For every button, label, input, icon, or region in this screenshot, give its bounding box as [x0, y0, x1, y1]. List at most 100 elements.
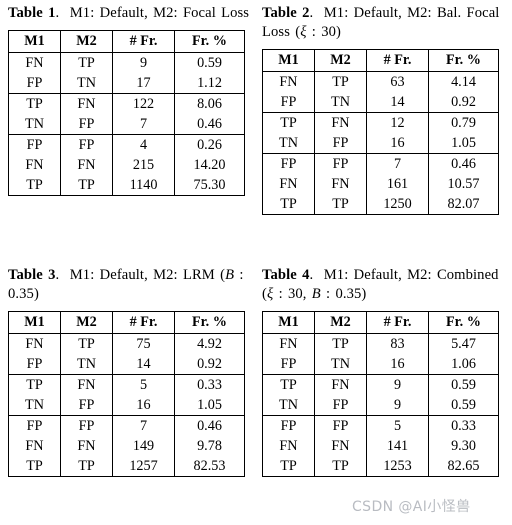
- table-4-group-2: TP FN 9 0.59 TN FP 9 0.59: [262, 374, 499, 416]
- cell-m2: TN: [60, 354, 113, 375]
- cell-m2: TP: [60, 52, 113, 73]
- csdn-watermark: CSDN @AI小怪兽: [352, 499, 471, 515]
- cell-m2: TP: [314, 194, 367, 215]
- table-2-col-nfr: # Fr.: [366, 49, 429, 72]
- table-3-caption-period: .: [55, 267, 60, 283]
- table-4: M1 M2 # Fr. Fr. % FN TP 83 5.47 FP TN 16: [262, 311, 499, 477]
- cell-pfr: 0.33: [428, 415, 499, 436]
- table-4-col-pfr: Fr. %: [428, 311, 499, 334]
- cell-pfr: 14.20: [174, 155, 245, 175]
- cell-m1: FP: [8, 354, 61, 375]
- cell-nfr: 141: [366, 436, 429, 456]
- cell-nfr: 75: [112, 333, 175, 354]
- table-row: FN FN 161 10.57: [262, 174, 499, 194]
- table-3: M1 M2 # Fr. Fr. % FN TP 75 4.92 FP TN 14: [8, 311, 245, 477]
- cell-m2: FP: [60, 395, 113, 416]
- table-row: TP FN 12 0.79: [262, 112, 499, 133]
- cell-m2: FP: [60, 114, 113, 135]
- cell-nfr: 4: [112, 134, 175, 155]
- table-row: TN FP 9 0.59: [262, 395, 499, 416]
- cell-pfr: 0.46: [174, 114, 245, 135]
- cell-m1: FN: [8, 155, 61, 175]
- table-row: FN TP 63 4.14: [262, 71, 499, 92]
- cell-m2: FN: [314, 436, 367, 456]
- table-row: TP TP 1140 75.30: [8, 175, 245, 196]
- cell-m2: FP: [314, 395, 367, 416]
- cell-nfr: 12: [366, 112, 429, 133]
- table-3-caption-text: M1: Default, M2: LRM (: [69, 267, 226, 283]
- cell-pfr: 82.53: [174, 456, 245, 477]
- cell-pfr: 0.59: [428, 395, 499, 416]
- cell-nfr: 9: [112, 52, 175, 73]
- cell-m2: TP: [314, 456, 367, 477]
- cell-nfr: 5: [366, 415, 429, 436]
- cell-m2: FP: [314, 153, 367, 174]
- cell-nfr: 1140: [112, 175, 175, 196]
- cell-m2: TP: [314, 71, 367, 92]
- table-row: FP FP 4 0.26: [8, 134, 245, 155]
- cell-m1: TN: [262, 395, 315, 416]
- cell-m1: TN: [262, 133, 315, 154]
- cell-m1: FP: [262, 354, 315, 375]
- table-3-label: Table 3: [8, 267, 56, 283]
- table-1-col-m2: M2: [60, 30, 113, 53]
- table-row: TP TP 1257 82.53: [8, 456, 245, 477]
- cell-m2: FP: [60, 415, 113, 436]
- cell-nfr: 1253: [366, 456, 429, 477]
- cell-nfr: 17: [112, 73, 175, 94]
- cell-nfr: 16: [112, 395, 175, 416]
- cell-m1: FN: [8, 52, 61, 73]
- table-4-param-symbol-2: B: [311, 286, 321, 302]
- cell-nfr: 161: [366, 174, 429, 194]
- cell-nfr: 16: [366, 354, 429, 375]
- table-row: FP FP 7 0.46: [262, 153, 499, 174]
- table-4-label: Table 4: [262, 267, 310, 283]
- table-row: FN FN 141 9.30: [262, 436, 499, 456]
- table-3-group-2: TP FN 5 0.33 TN FP 16 1.05: [8, 374, 245, 416]
- cell-pfr: 0.79: [428, 112, 499, 133]
- table-row: FP FP 5 0.33: [262, 415, 499, 436]
- cell-m2: TP: [60, 456, 113, 477]
- cell-pfr: 1.06: [428, 354, 499, 375]
- table-3-col-pfr: Fr. %: [174, 311, 245, 334]
- cell-m1: TP: [8, 93, 61, 114]
- table-3-group-1: FN TP 75 4.92 FP TN 14 0.92: [8, 333, 245, 375]
- cell-pfr: 82.65: [428, 456, 499, 477]
- table-block-1: Table 1. M1: Default, M2: Focal Loss M1 …: [8, 4, 252, 196]
- cell-pfr: 1.05: [174, 395, 245, 416]
- cell-pfr: 1.12: [174, 73, 245, 94]
- cell-m1: FN: [8, 436, 61, 456]
- cell-pfr: 9.30: [428, 436, 499, 456]
- cell-m1: FP: [262, 415, 315, 436]
- cell-m2: FN: [314, 174, 367, 194]
- table-4-param-value-2: : 0.35): [320, 286, 367, 302]
- cell-pfr: 75.30: [174, 175, 245, 196]
- cell-m1: FP: [262, 92, 315, 113]
- cell-m2: FN: [60, 93, 113, 114]
- cell-m1: TP: [262, 374, 315, 395]
- table-1-col-pfr: Fr. %: [174, 30, 245, 53]
- table-row: TP FN 5 0.33: [8, 374, 245, 395]
- cell-pfr: 0.46: [174, 415, 245, 436]
- table-block-2: Table 2. M1: Default, M2: Bal. Focal Los…: [262, 4, 506, 215]
- table-2-caption-period: .: [309, 5, 314, 21]
- table-2-col-pfr: Fr. %: [428, 49, 499, 72]
- paper-tables-page: Table 1. M1: Default, M2: Focal Loss M1 …: [0, 0, 512, 525]
- table-row: FN TP 83 5.47: [262, 333, 499, 354]
- cell-pfr: 8.06: [174, 93, 245, 114]
- table-row: TN FP 16 1.05: [8, 395, 245, 416]
- cell-pfr: 4.92: [174, 333, 245, 354]
- table-row: FN TP 9 0.59: [8, 52, 245, 73]
- cell-nfr: 7: [366, 153, 429, 174]
- cell-pfr: 9.78: [174, 436, 245, 456]
- cell-m2: FP: [314, 415, 367, 436]
- cell-nfr: 1257: [112, 456, 175, 477]
- cell-m1: FN: [8, 333, 61, 354]
- table-4-group-3: FP FP 5 0.33 FN FN 141 9.30 TP TP 1253 8…: [262, 415, 499, 477]
- cell-nfr: 5: [112, 374, 175, 395]
- table-3-group-3: FP FP 7 0.46 FN FN 149 9.78 TP TP 1257 8…: [8, 415, 245, 477]
- table-row: TN FP 16 1.05: [262, 133, 499, 154]
- table-4-group-1: FN TP 83 5.47 FP TN 16 1.06: [262, 333, 499, 375]
- cell-m1: FN: [262, 436, 315, 456]
- table-4-col-m2: M2: [314, 311, 367, 334]
